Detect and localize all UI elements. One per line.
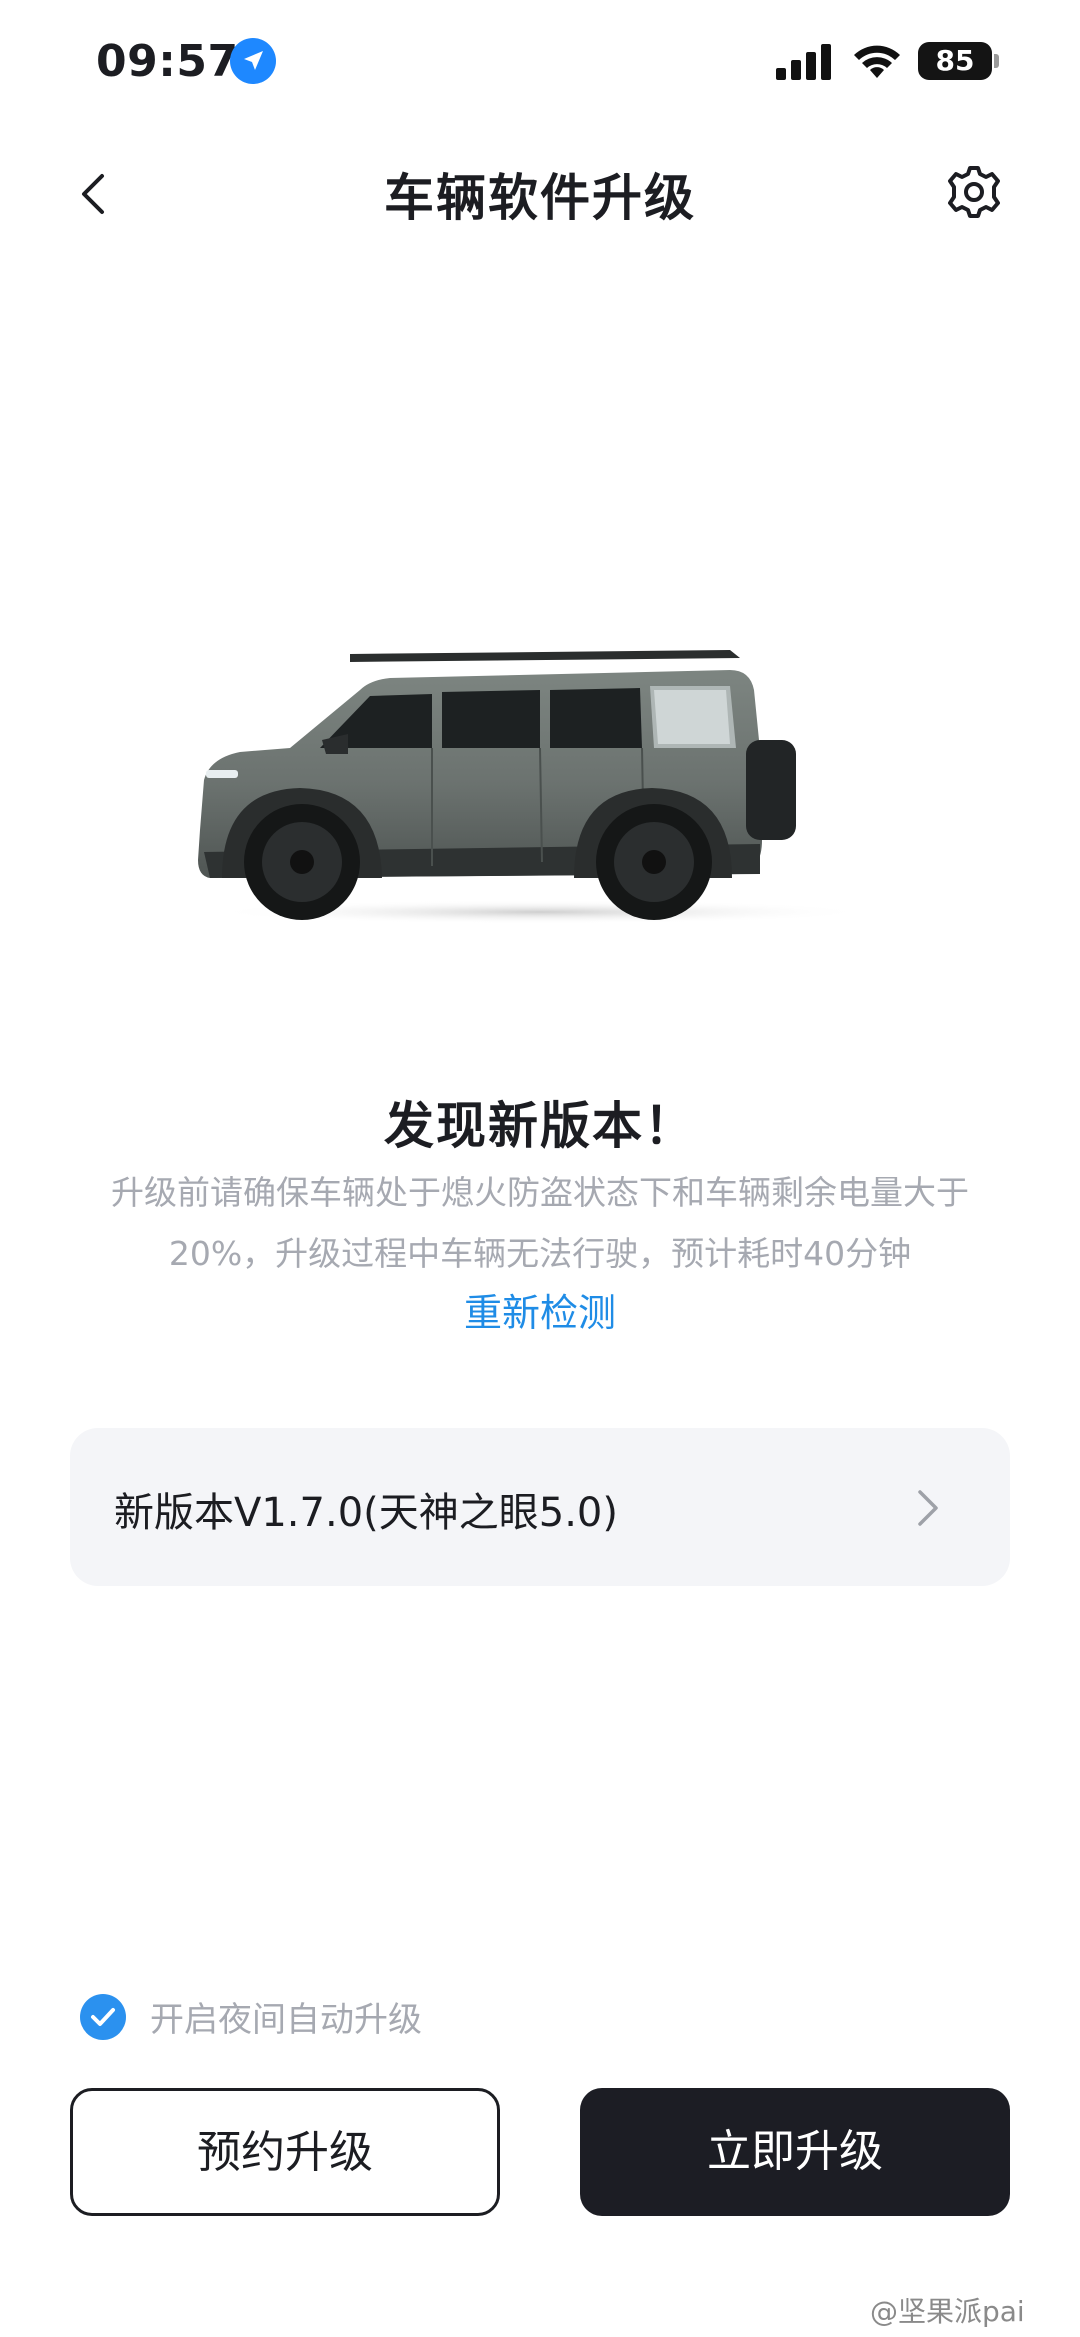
status-bar: 09:57 85 (0, 0, 1080, 130)
wifi-icon (854, 45, 900, 78)
auto-upgrade-label[interactable]: 开启夜间自动升级 (150, 1992, 422, 2041)
auto-upgrade-checkbox[interactable] (80, 1994, 126, 2040)
checkmark-icon (91, 2008, 115, 2026)
chevron-right-icon (918, 1490, 938, 1526)
upgrade-now-button[interactable]: 立即升级 (580, 2088, 1010, 2216)
update-headline: 发现新版本！ (384, 1097, 696, 1155)
battery-icon: 85 (918, 42, 992, 80)
vehicle-image (198, 650, 870, 924)
gear-icon (948, 166, 1000, 218)
version-label: 新版本V1.7.0(天神之眼5.0) (114, 1490, 618, 1536)
location-arrow-icon (230, 38, 276, 84)
settings-button[interactable] (944, 162, 1004, 222)
cellular-signal-icon (776, 44, 831, 80)
battery-cap (994, 54, 999, 68)
watermark: @坚果派pai (870, 2295, 1025, 2328)
schedule-upgrade-button[interactable]: 预约升级 (70, 2088, 500, 2216)
version-card[interactable]: 新版本V1.7.0(天神之眼5.0) (70, 1428, 1010, 1586)
description-line-1: 升级前请确保车辆处于熄火防盗状态下和车辆剩余电量大于 (111, 1173, 969, 1212)
description-line-2: 20%，升级过程中车辆无法行驶，预计耗时40分钟 (168, 1234, 912, 1273)
update-description: 升级前请确保车辆处于熄火防盗状态下和车辆剩余电量大于 20%，升级过程中车辆无法… (80, 1162, 1000, 1284)
status-time: 09:57 (96, 36, 239, 87)
recheck-link[interactable]: 重新检测 (0, 1282, 1080, 1337)
page-title: 车辆软件升级 (384, 169, 696, 227)
